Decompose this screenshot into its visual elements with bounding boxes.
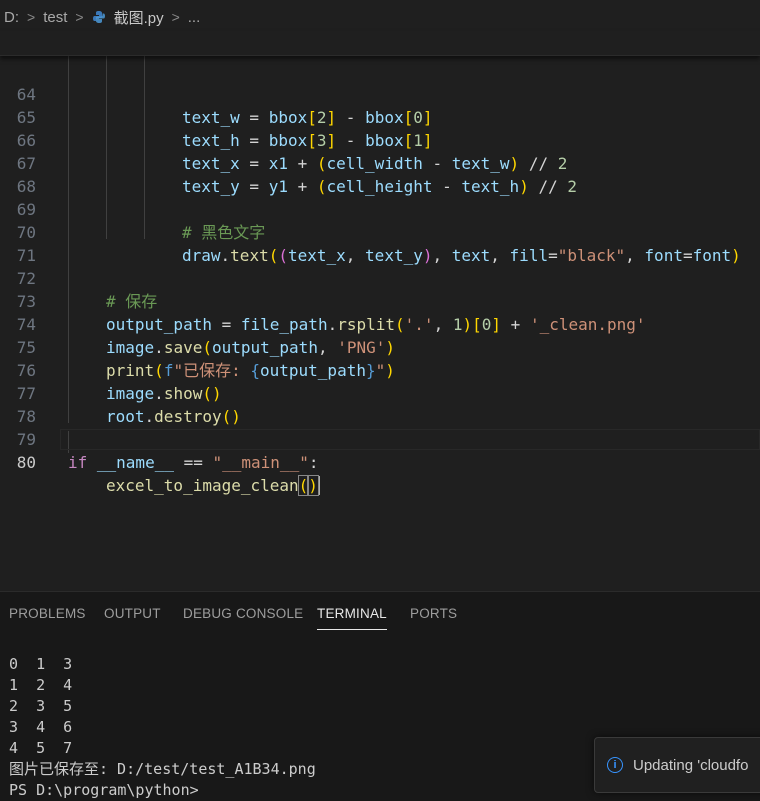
info-icon: i: [607, 757, 623, 773]
code-line: 78: [16, 407, 36, 426]
terminal-line: 0 1 3: [9, 655, 73, 673]
code-line: 70 draw.text((text_x, text_y), text, fil…: [16, 223, 741, 265]
terminal-line: 2 3 5: [9, 697, 73, 715]
breadcrumb-folder[interactable]: test: [43, 9, 67, 26]
code-line: 66 text_x = x1 + (cell_width - text_w) /…: [16, 131, 568, 173]
tab-output[interactable]: OUTPUT: [104, 606, 161, 621]
python-file-icon: [92, 11, 105, 23]
code-line: 77 root.destroy(): [16, 384, 241, 426]
terminal-line: 3 4 6: [9, 718, 73, 736]
sticky-line: 6 def excel_to_image_clean():: [0, 31, 760, 54]
breadcrumb-file[interactable]: 截图.py: [114, 7, 164, 28]
notification-toast[interactable]: i Updating 'cloudfo: [594, 737, 760, 793]
chevron-right-icon: >: [27, 9, 36, 25]
code-line: 69 # 黑色文字: [16, 200, 266, 242]
code-line: 75 print(f"已保存: {output_path}"): [16, 338, 395, 380]
tab-problems[interactable]: PROBLEMS: [9, 606, 86, 621]
breadcrumb-drive[interactable]: D:: [4, 9, 19, 26]
code-line: 73 output_path = file_path.rsplit('.', 1…: [16, 292, 646, 334]
code-line: 74 image.save(output_path, 'PNG'): [16, 315, 396, 357]
panel-tabs: PROBLEMS OUTPUT DEBUG CONSOLE TERMINAL P…: [0, 592, 760, 636]
breadcrumb: D: > test > 截图.py > ...: [0, 0, 760, 34]
tab-terminal[interactable]: TERMINAL: [317, 606, 387, 630]
code-line: 71: [16, 246, 36, 265]
terminal-prompt: PS D:\program\python>: [9, 781, 199, 799]
code-line: 68: [16, 177, 36, 196]
breadcrumb-more[interactable]: ...: [188, 9, 201, 26]
code-line: 64 text_w = bbox[2] - bbox[0]: [16, 85, 433, 127]
tab-debug-console[interactable]: DEBUG CONSOLE: [183, 606, 303, 621]
code-line: 65 text_h = bbox[3] - bbox[1]: [16, 108, 433, 150]
text-cursor: [317, 476, 320, 495]
code-editor[interactable]: 64 text_w = bbox[2] - bbox[0] 65 text_h …: [0, 31, 760, 591]
sticky-scroll-header[interactable]: 6 def excel_to_image_clean():: [0, 31, 760, 56]
terminal-line: 图片已保存至: D:/test/test_A1B34.png: [9, 760, 316, 778]
chevron-right-icon: >: [171, 9, 180, 25]
code-line: 72 # 保存: [16, 269, 158, 311]
chevron-right-icon: >: [75, 9, 84, 25]
notification-text: Updating 'cloudfo: [633, 756, 749, 774]
terminal-line: 1 2 4: [9, 676, 73, 694]
terminal-line: 4 5 7: [9, 739, 73, 757]
code-line: 67 text_y = y1 + (cell_height - text_h) …: [16, 154, 577, 196]
code-line: 76 image.show(): [16, 361, 222, 403]
code-line: 79 if __name__ == "__main__":: [16, 430, 319, 472]
tab-ports[interactable]: PORTS: [410, 606, 457, 621]
code-line-current[interactable]: 80 excel_to_image_clean(): [0, 428, 760, 496]
